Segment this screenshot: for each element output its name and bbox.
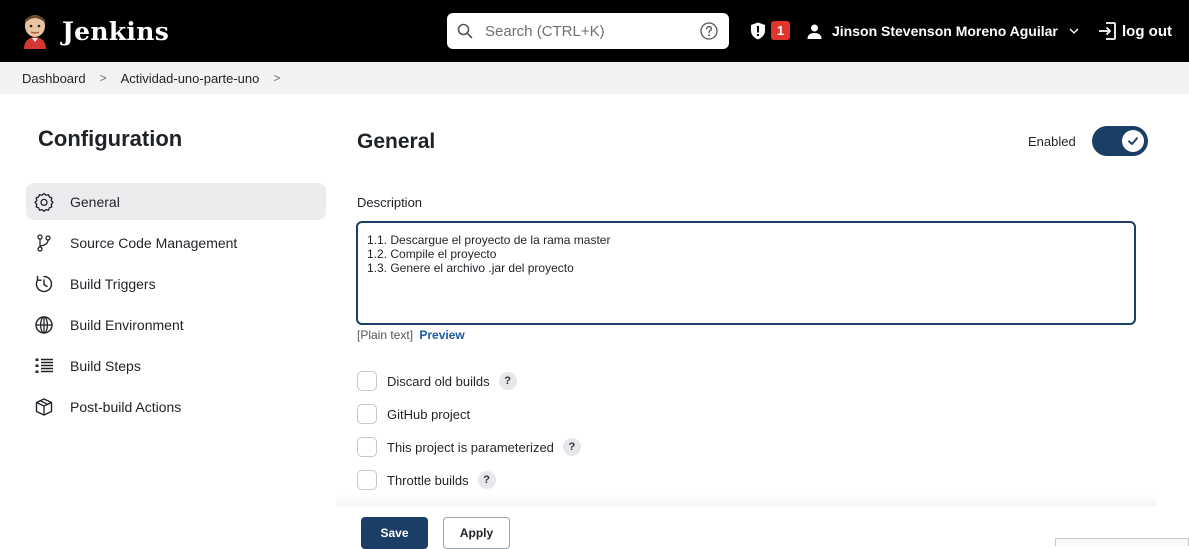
discard-old-builds-checkbox[interactable] [357,371,377,391]
sidebar-item-general[interactable]: General [26,183,326,220]
option-label: Throttle builds [387,472,469,488]
option-parameterized[interactable]: This project is parameterized ? [357,436,581,458]
description-label: Description [357,195,423,210]
sidebar-nav: General Source Code Management Build Tri… [26,183,326,429]
help-icon[interactable] [699,21,719,41]
text-format-line: [Plain text] Preview [357,328,465,342]
user-name: Jinson Stevenson Moreno Aguilar [832,23,1058,39]
user-icon [807,24,822,39]
search-icon [457,23,473,39]
chevron-down-icon[interactable] [1068,25,1080,37]
brand-name: Jenkins [62,16,170,46]
help-icon[interactable]: ? [477,471,496,489]
search-box[interactable] [447,13,729,49]
sidebar-item-label: General [70,193,120,210]
logout-link[interactable]: log out [1097,18,1172,44]
sidebar-item-label: Build Triggers [70,275,156,292]
check-icon [1121,130,1144,152]
header-bar: Jenkins 1 Jinson Stevenson Moreno Aguila… [0,0,1189,62]
sidebar-item-post-build-actions[interactable]: Post-build Actions [26,388,326,425]
sidebar-item-label: Build Steps [70,357,141,374]
package-icon [34,397,54,417]
timer-icon [34,274,54,294]
search-input[interactable] [485,22,699,40]
option-throttle-builds[interactable]: Throttle builds ? [357,469,581,491]
configuration-title: Configuration [38,126,183,151]
description-textarea[interactable]: 1.1. Descargue el proyecto de la rama ma… [356,221,1136,325]
sidebar-item-label: Post-build Actions [70,398,182,415]
parameterized-checkbox[interactable] [357,437,377,457]
logout-label: log out [1122,22,1172,40]
options-list: Discard old builds ? GitHub project This… [357,370,581,502]
branch-icon [34,233,54,253]
security-shield-icon[interactable] [750,22,766,40]
enabled-toggle[interactable] [1091,126,1148,156]
plain-text-label: [Plain text] [357,328,414,342]
help-icon[interactable]: ? [562,438,581,456]
chevron-right-icon[interactable]: > [273,71,280,85]
save-button[interactable]: Save [361,517,428,549]
option-label: This project is parameterized [387,439,554,455]
sidebar-item-label: Source Code Management [70,234,238,251]
chevron-right-icon: > [99,71,107,85]
list-icon [34,356,54,376]
option-discard-old-builds[interactable]: Discard old builds ? [357,370,581,392]
jenkins-logo-icon [24,15,46,49]
section-title: General [357,130,436,153]
notification-badge[interactable]: 1 [771,21,790,40]
option-github-project[interactable]: GitHub project [357,403,581,425]
breadcrumb: Dashboard > Actividad-uno-parte-uno > [0,62,1189,94]
breadcrumb-dashboard[interactable]: Dashboard [22,71,86,86]
brand-link[interactable]: Jenkins [20,10,169,52]
help-icon[interactable]: ? [498,372,517,390]
sidebar-item-build-triggers[interactable]: Build Triggers [26,265,326,302]
sidebar-item-source-code-management[interactable]: Source Code Management [26,224,326,261]
breadcrumb-project[interactable]: Actividad-uno-parte-uno [121,71,260,86]
github-project-checkbox[interactable] [357,404,377,424]
throttle-builds-checkbox[interactable] [357,470,377,490]
sidebar-item-build-steps[interactable]: Build Steps [26,347,326,384]
preview-link[interactable]: Preview [419,328,464,342]
option-label: Discard old builds [387,373,490,389]
option-label: GitHub project [387,406,471,422]
footer-divider [336,494,1156,506]
globe-icon [34,315,54,335]
apply-button[interactable]: Apply [443,517,510,549]
enabled-label: Enabled [1028,133,1076,149]
user-menu[interactable]: Jinson Stevenson Moreno Aguilar [807,18,1080,44]
sidebar-item-build-environment[interactable]: Build Environment [26,306,326,343]
partial-input-field[interactable] [1055,538,1189,546]
logout-icon [1099,22,1116,40]
enabled-control: Enabled [1028,125,1148,157]
sidebar-item-label: Build Environment [70,316,184,333]
gear-icon [34,192,54,212]
